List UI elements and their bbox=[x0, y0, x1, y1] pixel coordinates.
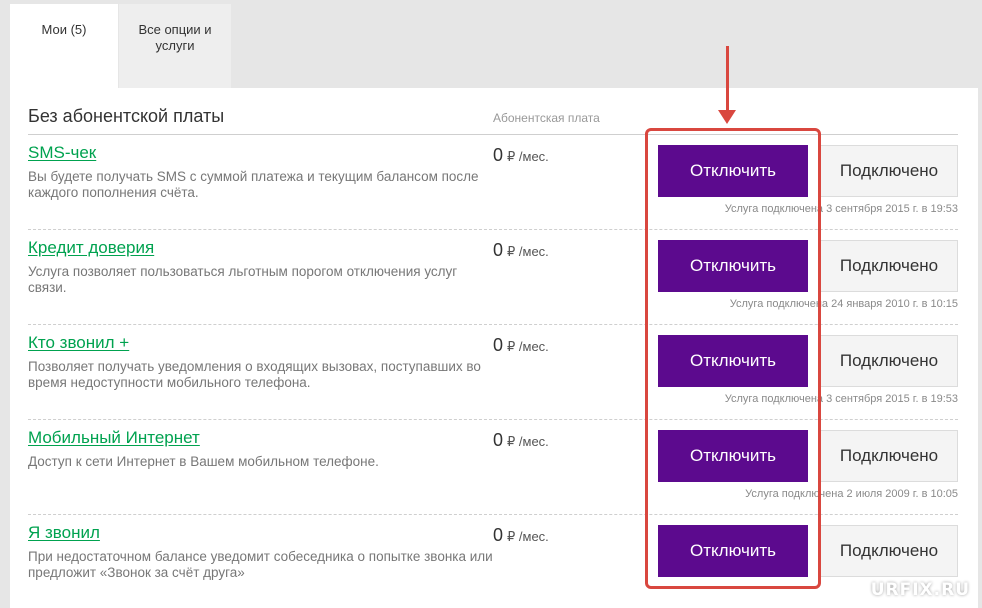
service-row-credit-trust: Кредит доверия Услуга позволяет пользова… bbox=[10, 230, 978, 325]
service-link-sms-check[interactable]: SMS-чек bbox=[28, 143, 96, 163]
watermark: URFIX.RU bbox=[870, 580, 970, 600]
fee-unit: ₽ /мес. bbox=[507, 244, 549, 259]
fee-unit: ₽ /мес. bbox=[507, 149, 549, 164]
service-link-who-called[interactable]: Кто звонил + bbox=[28, 333, 129, 353]
fee-unit: ₽ /мес. bbox=[507, 529, 549, 544]
disable-button-mobile-internet[interactable]: Отключить bbox=[658, 430, 808, 482]
tab-all-options-label: Все опции и услуги bbox=[138, 22, 212, 53]
fee-value: 0 bbox=[493, 525, 504, 545]
fee-value: 0 bbox=[493, 335, 504, 355]
fee-value: 0 bbox=[493, 145, 504, 165]
services-panel: Без абонентской платы Абонентская плата … bbox=[10, 88, 978, 608]
disable-button-i-called[interactable]: Отключить bbox=[658, 525, 808, 577]
connected-since-text: Услуга подключена 2 июля 2009 г. в 10:05 bbox=[745, 488, 958, 500]
service-description: Вы будете получать SMS с суммой платежа … bbox=[28, 169, 479, 200]
tab-my-services[interactable]: Мои (5) bbox=[10, 4, 118, 88]
service-link-i-called[interactable]: Я звонил bbox=[28, 523, 100, 543]
connected-status-button-credit-trust[interactable]: Подключено bbox=[820, 240, 958, 292]
service-row-sms-check: SMS-чек Вы будете получать SMS с суммой … bbox=[10, 135, 978, 230]
annotation-arrow-shaft bbox=[726, 46, 729, 112]
fee-unit: ₽ /мес. bbox=[507, 339, 549, 354]
tab-my-services-label: Мои (5) bbox=[41, 22, 87, 37]
connected-status-button-who-called[interactable]: Подключено bbox=[820, 335, 958, 387]
disable-button-sms-check[interactable]: Отключить bbox=[658, 145, 808, 197]
service-fee: 0 ₽ /мес. bbox=[493, 335, 549, 356]
service-row-who-called: Кто звонил + Позволяет получать уведомле… bbox=[10, 325, 978, 420]
annotation-arrow-icon bbox=[718, 110, 736, 124]
service-description: При недостаточном балансе уведомит собес… bbox=[28, 549, 493, 580]
service-fee: 0 ₽ /мес. bbox=[493, 145, 549, 166]
service-fee: 0 ₽ /мес. bbox=[493, 525, 549, 546]
connected-since-text: Услуга подключена 3 сентября 2015 г. в 1… bbox=[724, 203, 958, 215]
fee-value: 0 bbox=[493, 430, 504, 450]
section-title: Без абонентской платы bbox=[28, 106, 225, 126]
connected-status-button-mobile-internet[interactable]: Подключено bbox=[820, 430, 958, 482]
disable-button-credit-trust[interactable]: Отключить bbox=[658, 240, 808, 292]
tab-bar: Мои (5) Все опции и услуги bbox=[0, 0, 982, 88]
service-row-i-called: Я звонил При недостаточном балансе уведо… bbox=[10, 515, 978, 608]
service-description: Услуга позволяет пользоваться льготным п… bbox=[28, 264, 458, 295]
connected-status-button-i-called[interactable]: Подключено bbox=[820, 525, 958, 577]
service-link-credit-trust[interactable]: Кредит доверия bbox=[28, 238, 154, 258]
service-description: Доступ к сети Интернет в Вашем мобильном… bbox=[28, 454, 379, 469]
connected-since-text: Услуга подключена 3 сентября 2015 г. в 1… bbox=[724, 393, 958, 405]
connected-status-button-sms-check[interactable]: Подключено bbox=[820, 145, 958, 197]
fee-unit: ₽ /мес. bbox=[507, 434, 549, 449]
service-fee: 0 ₽ /мес. bbox=[493, 240, 549, 261]
tab-all-options[interactable]: Все опции и услуги bbox=[119, 4, 231, 88]
connected-since-text: Услуга подключена 24 января 2010 г. в 10… bbox=[729, 298, 958, 310]
fee-value: 0 bbox=[493, 240, 504, 260]
fee-column-header: Абонентская плата bbox=[493, 111, 600, 125]
service-description: Позволяет получать уведомления о входящи… bbox=[28, 359, 481, 390]
service-link-mobile-internet[interactable]: Мобильный Интернет bbox=[28, 428, 200, 448]
service-fee: 0 ₽ /мес. bbox=[493, 430, 549, 451]
service-row-mobile-internet: Мобильный Интернет Доступ к сети Интерне… bbox=[10, 420, 978, 515]
disable-button-who-called[interactable]: Отключить bbox=[658, 335, 808, 387]
